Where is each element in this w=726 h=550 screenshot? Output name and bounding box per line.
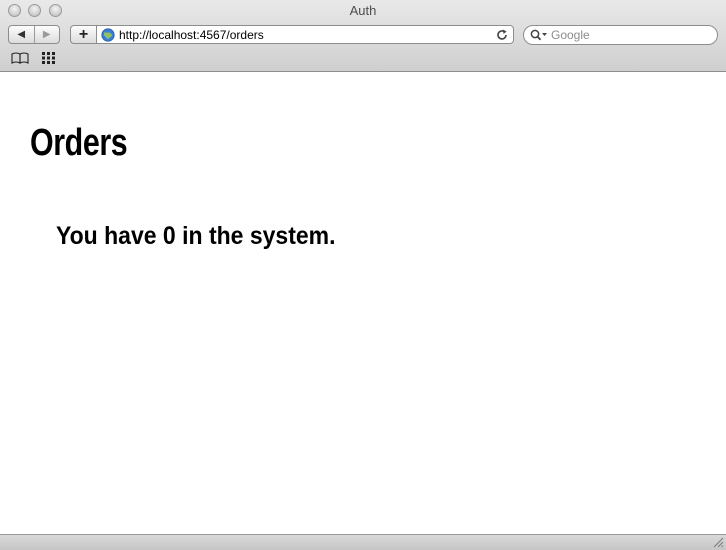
search-icon xyxy=(530,29,547,41)
status-bar xyxy=(0,534,726,550)
back-forward-group: ◀ ▶ xyxy=(8,25,60,44)
page-title: Orders xyxy=(30,122,128,164)
search-input[interactable] xyxy=(551,28,701,42)
window-title: Auth xyxy=(349,3,377,18)
address-bar[interactable]: http://localhost:4567/orders xyxy=(96,25,514,44)
back-button[interactable]: ◀ xyxy=(9,26,34,43)
page-content: Orders You have 0 in the system. xyxy=(0,72,726,534)
browser-window: Auth ◀ ▶ + http://localhost:4567/orders xyxy=(0,0,726,550)
globe-icon xyxy=(101,27,115,42)
top-sites-grid-icon[interactable] xyxy=(42,52,56,64)
forward-arrow-icon: ▶ xyxy=(42,29,51,40)
bookmarks-book-icon[interactable] xyxy=(11,52,29,64)
search-field[interactable] xyxy=(523,25,718,45)
forward-button[interactable]: ▶ xyxy=(33,26,60,43)
reload-icon[interactable] xyxy=(495,28,509,42)
add-bookmark-button[interactable]: + xyxy=(70,25,96,44)
url-text[interactable]: http://localhost:4567/orders xyxy=(119,28,495,42)
orders-summary: You have 0 in the system. xyxy=(56,222,336,250)
resize-grip-icon[interactable] xyxy=(713,537,724,548)
back-arrow-icon: ◀ xyxy=(17,29,26,40)
browser-chrome: Auth ◀ ▶ + http://localhost:4567/orders xyxy=(0,0,726,72)
